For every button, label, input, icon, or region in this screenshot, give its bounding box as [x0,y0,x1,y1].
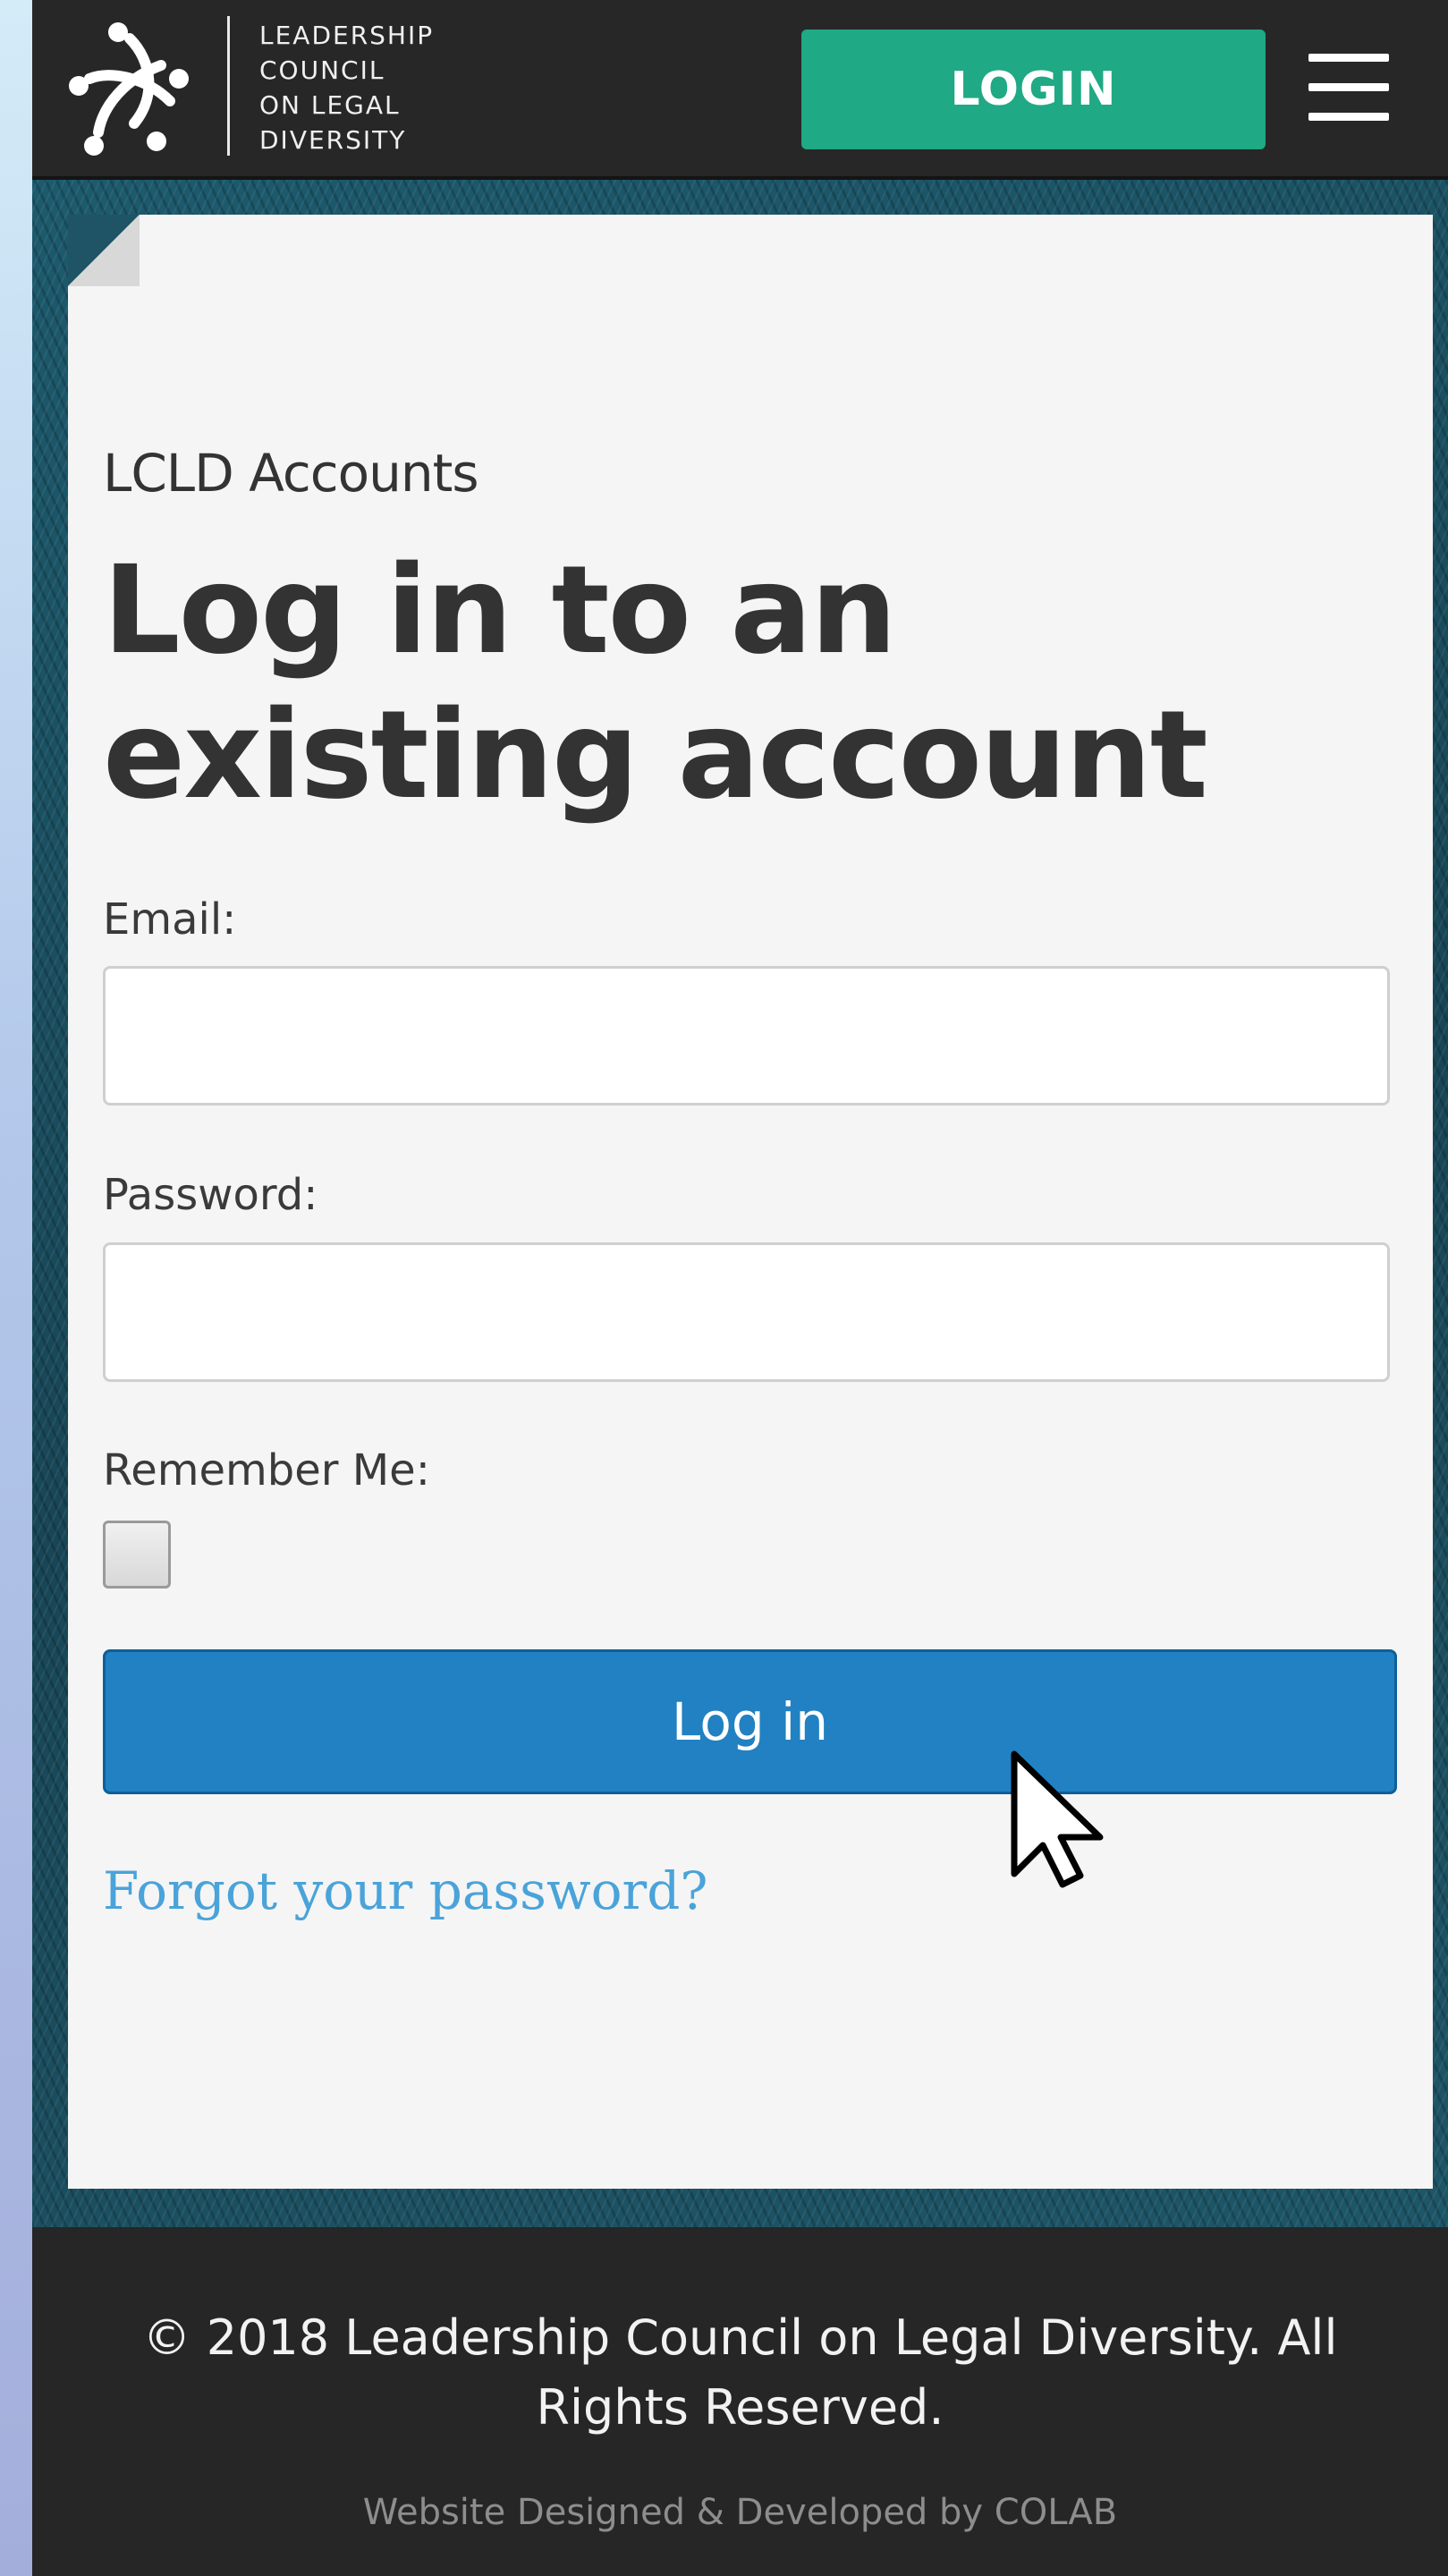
logo-line: COUNCIL [259,55,385,85]
page-title: Log in to an existing account [103,540,1208,826]
logo-line: LEADERSHIP [259,21,435,50]
page-subtitle: LCLD Accounts [103,443,479,504]
logo-divider [227,16,230,156]
lcld-logo-icon[interactable] [63,16,197,159]
login-card: LCLD Accounts Log in to an existing acco… [68,215,1433,2189]
email-label: Email: [103,894,237,945]
password-label: Password: [103,1170,318,1220]
login-submit-button[interactable]: Log in [103,1649,1397,1794]
password-field[interactable] [103,1242,1390,1382]
remember-me-label: Remember Me: [103,1445,430,1496]
mouse-pointer-icon [1011,1750,1104,1888]
logo-line: ON LEGAL [259,90,401,120]
hamburger-menu-icon[interactable] [1308,54,1389,122]
forgot-password-link[interactable]: Forgot your password? [103,1860,707,1921]
site-footer: © 2018 Leadership Council on Legal Diver… [32,2227,1448,2576]
site-header: LEADERSHIP COUNCIL ON LEGAL DIVERSITY LO… [32,0,1448,180]
header-login-button[interactable]: LOGIN [801,30,1266,149]
email-field[interactable] [103,966,1390,1106]
remember-me-checkbox[interactable] [103,1521,171,1589]
designer-credit-link[interactable]: Website Designed & Developed by COLAB [32,2492,1448,2533]
logo-line: DIVERSITY [259,125,407,155]
logo-wordmark[interactable]: LEADERSHIP COUNCIL ON LEGAL DIVERSITY [259,18,434,157]
card-corner-fold [68,215,140,286]
copyright-text: © 2018 Leadership Council on Legal Diver… [142,2309,1338,2436]
browser-viewport: LEADERSHIP COUNCIL ON LEGAL DIVERSITY LO… [32,0,1448,2576]
